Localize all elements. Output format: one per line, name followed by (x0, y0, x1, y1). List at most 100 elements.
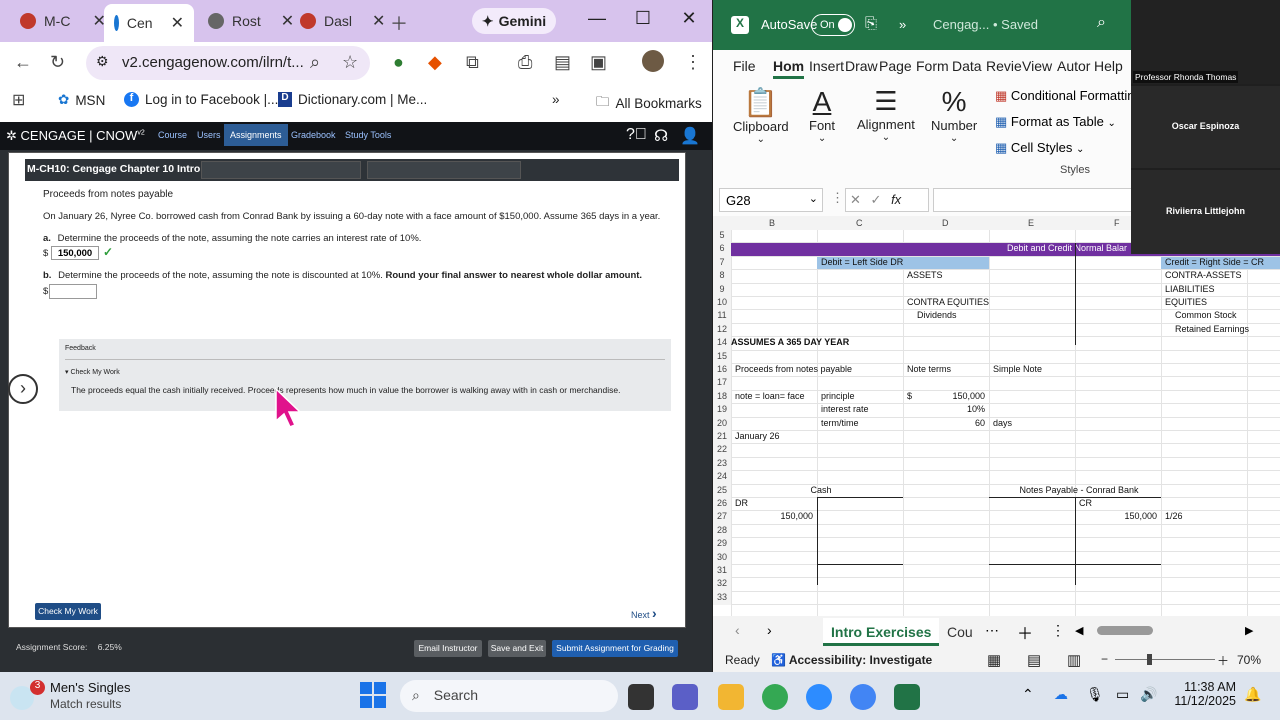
sheet-row[interactable]: 32 (713, 578, 1280, 592)
number-group[interactable]: % Number ⌄ (931, 86, 977, 144)
sheet-cell[interactable]: Dividends (917, 310, 957, 320)
sheet-cell[interactable]: Common Stock (1175, 310, 1237, 320)
row-number[interactable]: 21 (713, 431, 731, 445)
sheet-cell[interactable]: Debit = Left Side DR (821, 257, 903, 267)
help-icon[interactable]: ?⃝ (626, 126, 647, 144)
all-bookmarks-button[interactable]: 🗀 All Bookmarks (596, 92, 702, 115)
row-number[interactable]: 10 (713, 297, 731, 311)
url-input[interactable]: ⚙ v2.cengagenow.com/ilrn/t... (86, 46, 370, 80)
part-b-answer-input[interactable] (49, 284, 97, 299)
more-commands-icon[interactable]: » (899, 17, 906, 32)
accessibility-status[interactable]: ♿ Accessibility: Investigate (771, 653, 932, 667)
row-number[interactable]: 27 (713, 511, 731, 525)
sheet-row[interactable]: 30 (713, 551, 1280, 565)
menu-automate[interactable]: Autor (1057, 58, 1090, 74)
menu-home[interactable]: Hom (773, 58, 805, 79)
profile-avatar[interactable] (642, 50, 664, 72)
sheet-cell[interactable]: 60 (907, 418, 985, 428)
page-break-icon[interactable]: ▥ (1067, 651, 1081, 669)
start-button[interactable] (360, 682, 386, 708)
row-number[interactable]: 5 (713, 230, 731, 244)
notification-title[interactable]: Men's Singles (50, 680, 131, 695)
document-title[interactable]: Cengag... • Saved (933, 17, 1038, 32)
user-menu-icon[interactable]: 👤 (680, 126, 700, 146)
enter-check-icon[interactable]: ✓ (871, 192, 882, 207)
sheet-cell[interactable]: interest rate (821, 404, 869, 414)
column-header-e[interactable]: E (1028, 218, 1034, 228)
email-instructor-button[interactable]: Email Instructor (414, 640, 482, 657)
zoom-level[interactable]: 70% (1237, 653, 1261, 667)
sheet-row[interactable]: 26 DR CR (713, 498, 1280, 512)
column-header-b[interactable]: B (769, 218, 775, 228)
sheet-row[interactable]: 22 (713, 444, 1280, 458)
side-panel-toggle[interactable]: › (8, 374, 38, 404)
clock[interactable]: 11:38 AM 11/12/2025 (1172, 680, 1236, 708)
sheet-cell[interactable]: DR (735, 498, 748, 508)
reload-icon[interactable]: ↻ (50, 52, 65, 73)
notifications-icon[interactable]: 🔔 (1244, 686, 1261, 703)
row-number[interactable]: 19 (713, 404, 731, 418)
column-header-f[interactable]: F (1114, 218, 1120, 228)
new-tab-icon[interactable]: ＋ (390, 10, 408, 36)
participant-tile[interactable]: Oscar Espinoza (1131, 86, 1280, 168)
row-number[interactable]: 29 (713, 538, 731, 552)
microphone-icon[interactable]: 🎙 (1086, 686, 1104, 703)
sheet-row[interactable]: 19 interest rate 10% (713, 404, 1280, 418)
menu-insert[interactable]: Insert (809, 58, 844, 74)
sheet-cell[interactable]: 150,000 (735, 511, 813, 521)
sheet-tab-2[interactable]: Cou (947, 624, 973, 640)
name-box[interactable]: G28 ⌄ (719, 188, 823, 212)
sheet-tab-intro-exercises[interactable]: Intro Exercises (823, 618, 940, 646)
sheet-row[interactable]: 15 (713, 350, 1280, 364)
sheet-cell[interactable]: 150,000 (1079, 511, 1157, 521)
teams-icon[interactable] (672, 684, 698, 710)
next-sheet-icon[interactable]: › (767, 622, 772, 638)
column-header-c[interactable]: C (856, 218, 863, 228)
spreadsheet-grid[interactable]: B C D E F 5 6 Debit and Credit Normal Bala… (713, 216, 1280, 616)
sheet-cell[interactable]: Proceeds from notes payable (735, 364, 852, 374)
sheet-cell[interactable]: Simple Note (993, 364, 1042, 374)
zoom-in-icon[interactable]: ＋ (1217, 652, 1229, 669)
volume-icon[interactable]: 🔊 (1140, 686, 1157, 703)
sheet-cell[interactable]: Note terms (907, 364, 951, 374)
cell-styles-button[interactable]: ▦ Cell Styles ⌄ (995, 140, 1084, 156)
row-number[interactable]: 9 (713, 283, 731, 297)
sheet-cell[interactable]: January 26 (735, 431, 780, 441)
menu-view[interactable]: View (1022, 58, 1052, 74)
zoom-app-icon[interactable] (806, 684, 832, 710)
bookmark-msn[interactable]: ✿ MSN (58, 92, 105, 108)
sheet-cell[interactable]: Notes Payable - Conrad Bank (993, 485, 1165, 495)
sheet-row[interactable]: 28 (713, 524, 1280, 539)
row-number[interactable]: 14 (713, 337, 731, 351)
more-bookmarks-button[interactable]: » (552, 92, 560, 107)
chrome-profile-icon[interactable] (850, 684, 876, 710)
horizontal-scrollbar[interactable] (1097, 626, 1153, 635)
row-number[interactable]: 12 (713, 323, 731, 338)
sheet-cell[interactable]: ASSUMES A 365 DAY YEAR (731, 337, 849, 347)
zoom-out-icon[interactable]: − (1101, 652, 1108, 666)
row-number[interactable]: 22 (713, 444, 731, 458)
sheet-cell[interactable]: Credit = Right Side = CR (1165, 257, 1264, 267)
nav-users[interactable]: Users (197, 130, 221, 140)
participant-tile[interactable]: Professor Rhonda Thomas (1131, 0, 1280, 84)
row-number[interactable]: 26 (713, 498, 731, 512)
sheet-cell[interactable]: Cash (735, 485, 907, 495)
sheet-row[interactable]: 11 Dividends Common Stock (713, 310, 1280, 324)
network-icon[interactable]: ▭ (1116, 686, 1129, 703)
page-layout-icon[interactable]: ▤ (1027, 651, 1041, 669)
conditional-formatting-button[interactable]: ▦ Conditional Formatting (995, 88, 1142, 104)
grammarly-icon[interactable]: ● (393, 52, 404, 73)
row-number[interactable]: 32 (713, 578, 731, 592)
add-sheet-icon[interactable]: ＋ (1017, 620, 1033, 644)
more-options-icon[interactable]: ⋮ (831, 190, 844, 206)
sheet-row[interactable]: 23 (713, 457, 1280, 472)
close-icon[interactable]: ✕ (372, 11, 385, 31)
sheet-cell[interactable]: EQUITIES (1165, 297, 1207, 307)
row-number[interactable]: 20 (713, 417, 731, 431)
sheet-cell[interactable]: ASSETS (907, 270, 943, 280)
row-number[interactable]: 33 (713, 591, 731, 606)
close-window-icon[interactable]: ✕ (674, 8, 704, 29)
print-icon[interactable]: ⎙ (518, 52, 532, 73)
menu-help[interactable]: Help (1094, 58, 1123, 74)
screenshot-icon[interactable]: ▣ (590, 52, 607, 73)
